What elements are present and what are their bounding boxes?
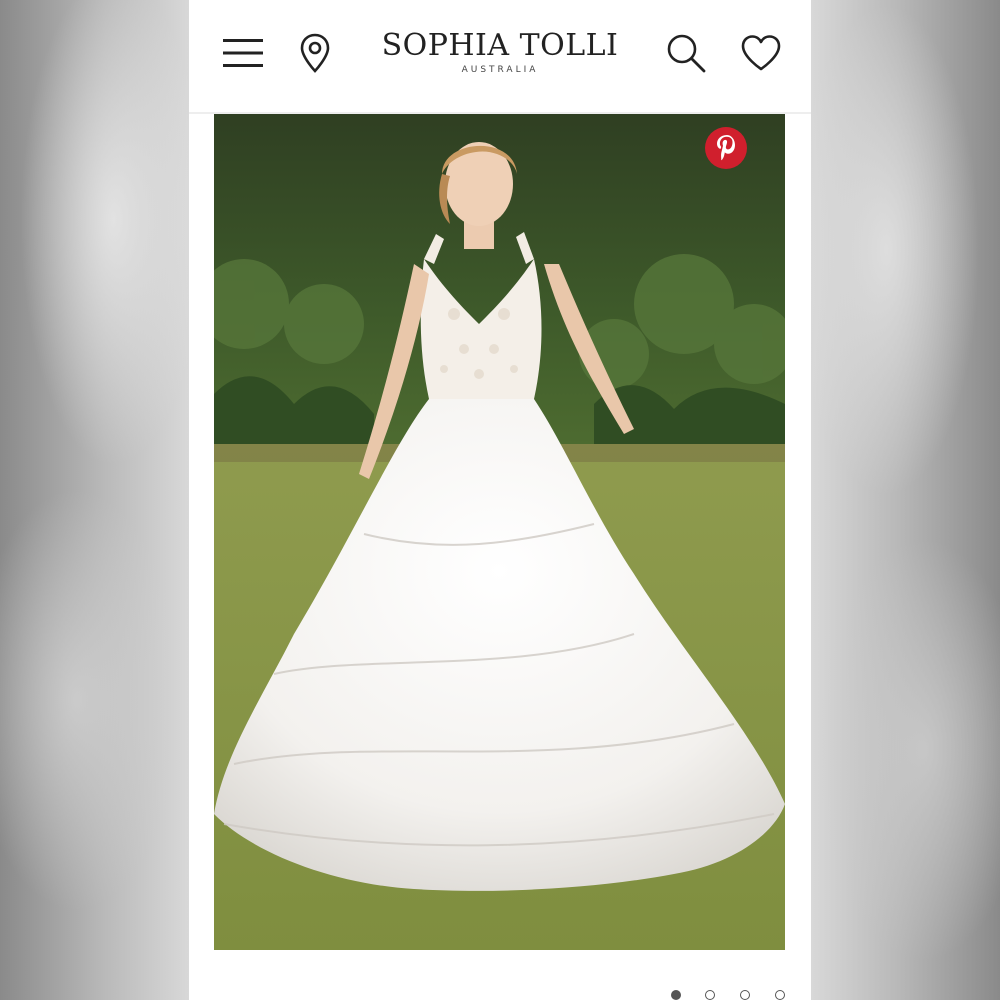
pagination-dot-3[interactable] — [740, 990, 750, 1000]
map-pin-icon — [300, 33, 330, 73]
gallery-pagination — [665, 986, 795, 1000]
blurred-backdrop-right — [811, 0, 1000, 1000]
phone-screen: SOPHIA TOLLI AUSTRALIA — [189, 0, 811, 1000]
product-photo-illustration — [214, 114, 785, 950]
blurred-backdrop-left — [0, 0, 189, 1000]
brand-logo[interactable]: SOPHIA TOLLI AUSTRALIA — [349, 28, 651, 80]
pagination-dot-1[interactable] — [671, 990, 681, 1000]
hamburger-menu-icon — [223, 39, 263, 67]
store-locator-button[interactable] — [293, 30, 337, 76]
search-button[interactable] — [663, 30, 709, 76]
pagination-dot-4[interactable] — [775, 990, 785, 1000]
menu-button[interactable] — [217, 30, 269, 76]
search-icon — [667, 34, 706, 73]
pinterest-icon — [717, 135, 735, 161]
brand-subtitle: AUSTRALIA — [461, 65, 539, 75]
product-image[interactable] — [214, 114, 785, 950]
pagination-dot-2[interactable] — [705, 990, 715, 1000]
brand-name: SOPHIA TOLLI — [381, 28, 619, 63]
heart-icon — [741, 35, 781, 71]
site-header: SOPHIA TOLLI AUSTRALIA — [189, 0, 811, 112]
wishlist-button[interactable] — [737, 30, 785, 76]
pinterest-share-button[interactable] — [705, 127, 747, 169]
